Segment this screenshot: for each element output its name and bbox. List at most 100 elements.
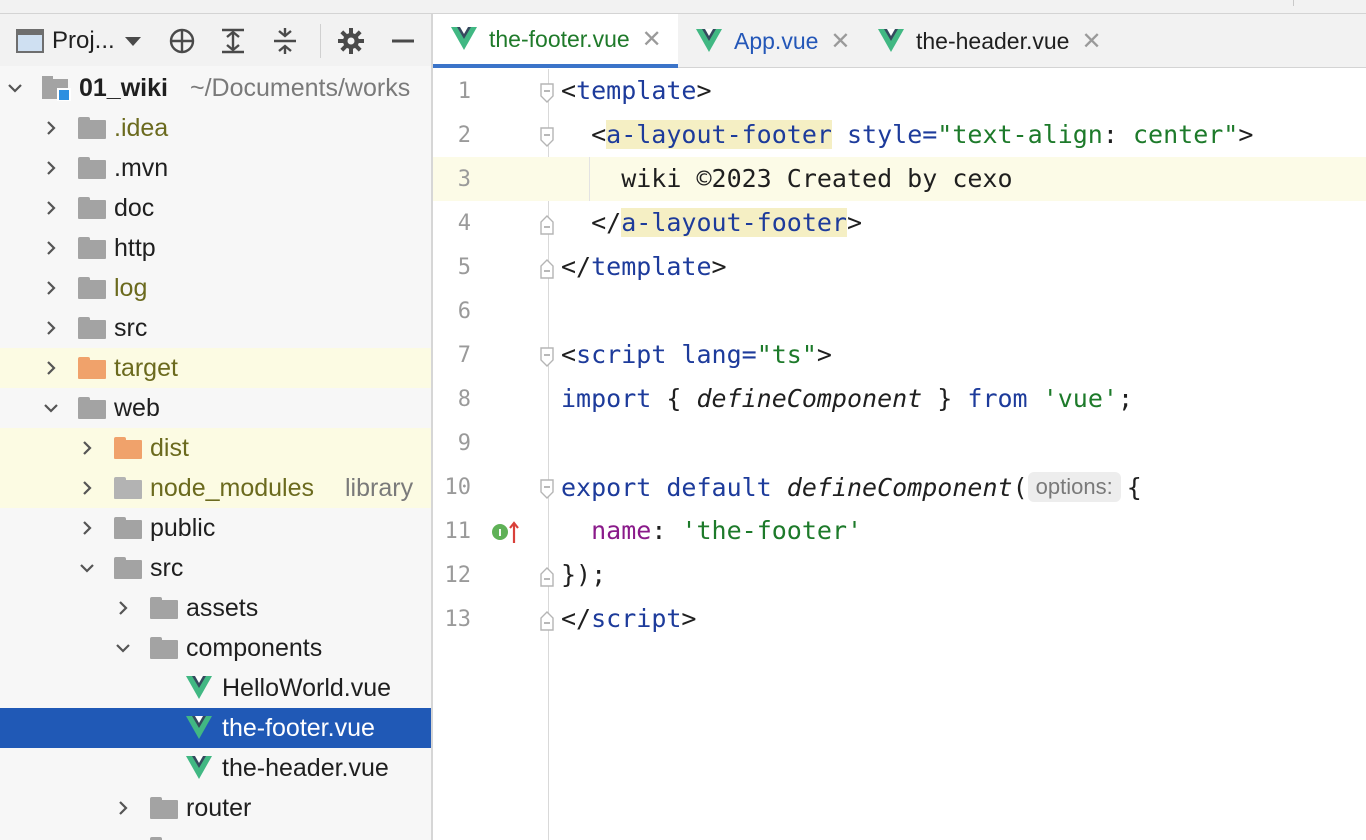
code-text: </a-layout-footer> xyxy=(561,208,863,237)
chevron-right-icon[interactable] xyxy=(42,319,60,337)
close-icon[interactable]: ✕ xyxy=(642,25,662,54)
vue-file-icon xyxy=(696,29,722,52)
tree-row-doc[interactable]: doc xyxy=(0,188,431,228)
tree-row-src[interactable]: src xyxy=(0,308,431,348)
tree-row-log[interactable]: log xyxy=(0,268,431,308)
fold-end-marker-icon[interactable] xyxy=(539,215,555,235)
tree-label: .idea xyxy=(114,113,169,142)
tree-row-public[interactable]: public xyxy=(0,508,431,548)
chevron-right-icon[interactable] xyxy=(114,599,132,617)
tree-label: http xyxy=(114,233,156,262)
project-panel: Proj... 01_wiki ~/Documents/works .idea … xyxy=(0,14,431,840)
tab-app-vue[interactable]: App.vue ✕ xyxy=(696,14,866,68)
fold-end-marker-icon[interactable] xyxy=(539,611,555,631)
folder-icon xyxy=(150,797,178,819)
folder-icon xyxy=(78,317,106,339)
tree-row-helloworld-vue[interactable]: HelloWorld.vue xyxy=(0,668,431,708)
tree-row-assets[interactable]: assets xyxy=(0,588,431,628)
close-icon[interactable]: ✕ xyxy=(830,27,850,56)
chevron-right-icon[interactable] xyxy=(114,799,132,817)
tree-row-web[interactable]: web xyxy=(0,388,431,428)
line-number: 3 xyxy=(457,167,471,192)
tree-label: components xyxy=(186,633,323,662)
fold-marker-icon[interactable] xyxy=(539,83,555,103)
line-number: 13 xyxy=(444,607,472,632)
implements-icon[interactable]: I xyxy=(489,519,521,545)
tree-row-router[interactable]: router xyxy=(0,788,431,828)
tree-row-the-header-vue[interactable]: the-header.vue xyxy=(0,748,431,788)
tree-row-mvn[interactable]: .mvn xyxy=(0,148,431,188)
code-line: 11 I name: 'the-footer' xyxy=(433,509,1366,553)
tree-row-components[interactable]: components xyxy=(0,628,431,668)
module-icon xyxy=(42,75,72,102)
line-number: 8 xyxy=(457,387,471,412)
tree-row-node-modules[interactable]: node_modules library xyxy=(0,468,431,508)
line-number: 12 xyxy=(444,563,472,588)
close-icon[interactable]: ✕ xyxy=(1081,27,1101,56)
tree-label: doc xyxy=(114,193,155,222)
fold-end-marker-icon[interactable] xyxy=(539,567,555,587)
collapse-all-icon[interactable] xyxy=(270,26,300,56)
tree-row-idea[interactable]: .idea xyxy=(0,108,431,148)
chevron-right-icon[interactable] xyxy=(78,519,96,537)
tree-label: 01_wiki xyxy=(79,73,168,102)
vue-file-icon xyxy=(451,27,477,50)
tree-sublabel: library xyxy=(345,473,414,502)
chevron-right-icon[interactable] xyxy=(42,239,60,257)
folder-icon xyxy=(150,637,178,659)
fold-marker-icon[interactable] xyxy=(539,127,555,147)
tree-row-web-src[interactable]: src xyxy=(0,548,431,588)
toolbar-divider xyxy=(320,24,321,58)
chevron-down-icon[interactable] xyxy=(78,559,96,577)
chevron-right-icon[interactable] xyxy=(42,199,60,217)
code-line: 6 xyxy=(433,289,1366,333)
chevron-right-icon[interactable] xyxy=(42,159,60,177)
fold-marker-icon[interactable] xyxy=(539,479,555,499)
gear-icon[interactable] xyxy=(336,26,366,56)
editor-pane: the-footer.vue ✕ App.vue ✕ the-header.vu… xyxy=(433,14,1366,840)
locate-icon[interactable] xyxy=(167,26,197,56)
tab-the-header-vue[interactable]: the-header.vue ✕ xyxy=(878,14,1108,68)
line-number: 5 xyxy=(457,255,471,280)
expand-all-icon[interactable] xyxy=(218,26,248,56)
chevron-right-icon[interactable] xyxy=(42,119,60,137)
code-editor[interactable]: 1 <template> 2 <a-layout-footer style="t… xyxy=(433,69,1366,840)
editor-tabs: the-footer.vue ✕ App.vue ✕ the-header.vu… xyxy=(433,14,1366,68)
chevron-right-icon[interactable] xyxy=(78,439,96,457)
fold-end-marker-icon[interactable] xyxy=(539,259,555,279)
vue-file-icon xyxy=(186,676,212,700)
line-number: 9 xyxy=(457,431,471,456)
line-number: 10 xyxy=(444,475,472,500)
chevron-right-icon[interactable] xyxy=(78,479,96,497)
code-line: 10 export default defineComponent(option… xyxy=(433,465,1366,509)
vue-file-icon xyxy=(878,29,904,52)
tree-row-http[interactable]: http xyxy=(0,228,431,268)
chevron-down-icon[interactable] xyxy=(114,639,132,657)
chevron-right-icon[interactable] xyxy=(42,359,60,377)
minimize-icon[interactable] xyxy=(388,26,418,56)
code-text: <script lang="ts"> xyxy=(561,340,832,369)
code-line: 5 </template> xyxy=(433,245,1366,289)
tree-label: target xyxy=(114,353,178,382)
folder-icon xyxy=(78,277,106,299)
chevron-down-icon[interactable] xyxy=(42,399,60,417)
tab-label: the-footer.vue xyxy=(489,25,630,52)
fold-marker-icon[interactable] xyxy=(539,347,555,367)
tree-label: dist xyxy=(150,433,189,462)
folder-icon xyxy=(114,517,142,539)
tree-row-partial[interactable] xyxy=(0,828,431,840)
tab-the-footer-vue[interactable]: the-footer.vue ✕ xyxy=(433,14,678,68)
tree-row-target[interactable]: target xyxy=(0,348,431,388)
library-folder-icon xyxy=(114,477,142,499)
project-view-selector[interactable]: Proj... xyxy=(16,26,141,56)
chevron-down-icon[interactable] xyxy=(6,79,24,97)
folder-icon xyxy=(114,557,142,579)
folder-icon xyxy=(78,397,106,419)
tree-label: web xyxy=(114,393,160,422)
tree-row-dist[interactable]: dist xyxy=(0,428,431,468)
code-text: </template> xyxy=(561,252,727,281)
chevron-right-icon[interactable] xyxy=(42,279,60,297)
code-text: wiki ©2023 Created by cexo xyxy=(561,164,1013,193)
tree-row-01-wiki[interactable]: 01_wiki ~/Documents/works xyxy=(0,68,431,108)
tree-row-the-footer-vue[interactable]: the-footer.vue xyxy=(0,708,431,748)
